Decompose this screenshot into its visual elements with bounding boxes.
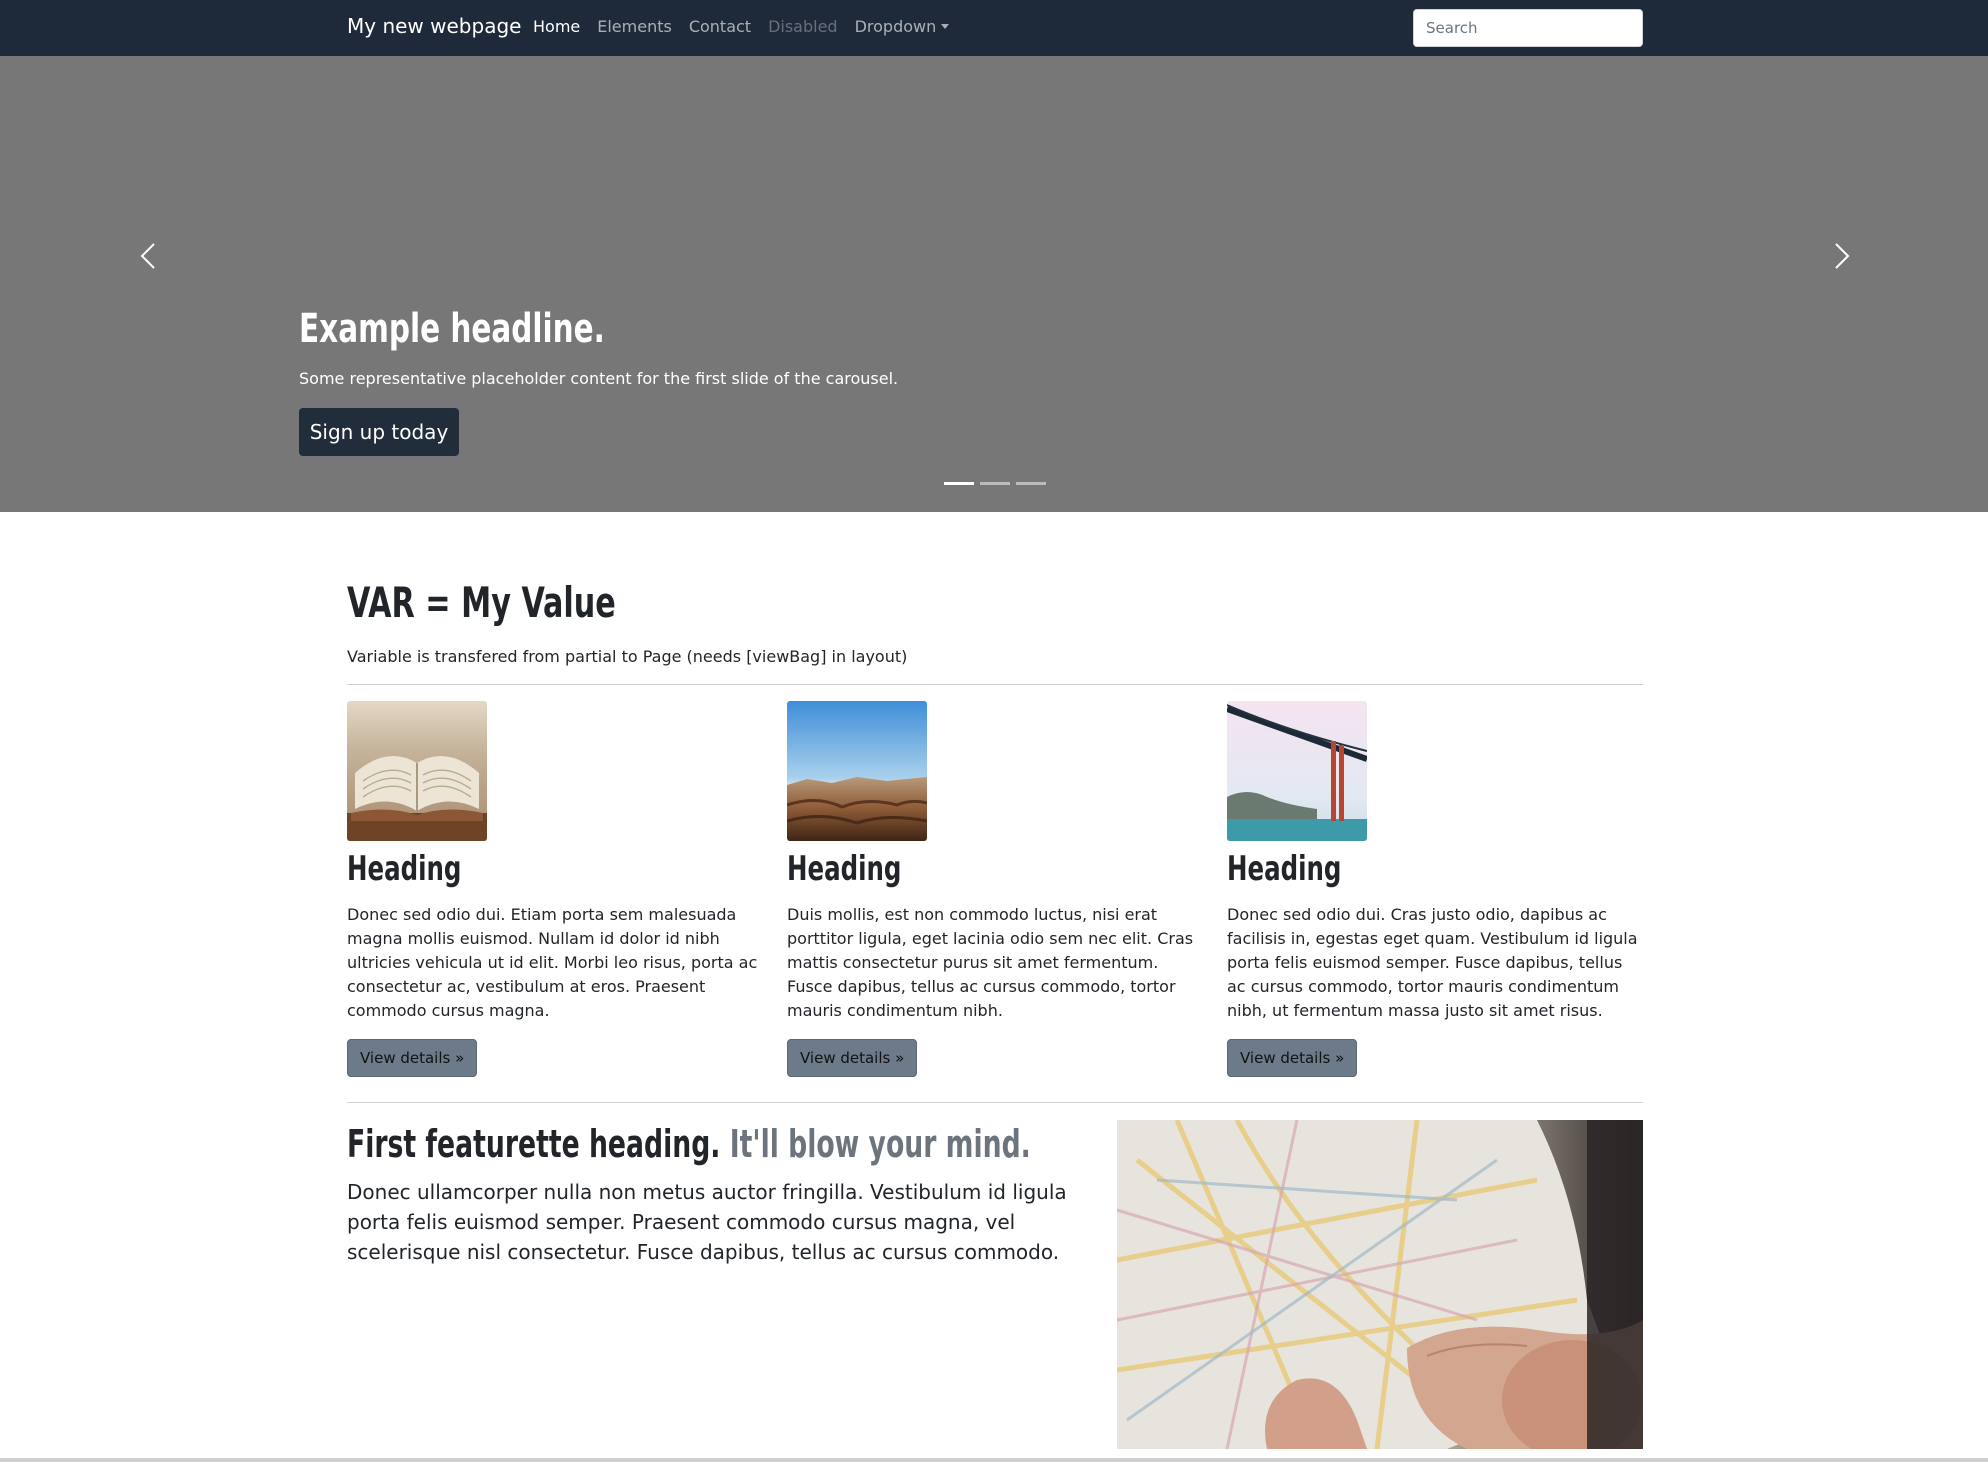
nav-dropdown[interactable]: Dropdown	[855, 17, 950, 36]
desert-landscape-image	[787, 701, 927, 841]
page-bottom-edge	[0, 1458, 1988, 1462]
open-book-image	[347, 701, 487, 841]
carousel-indicator-1[interactable]	[944, 482, 974, 485]
column-2-heading: Heading	[787, 849, 902, 889]
nav-link-elements[interactable]: Elements	[597, 17, 672, 36]
carousel-indicator-2[interactable]	[980, 482, 1010, 485]
column-2: Heading Duis mollis, est non commodo luc…	[787, 701, 1202, 1077]
divider	[347, 684, 1643, 685]
nav-link-disabled: Disabled	[768, 17, 838, 36]
divider	[347, 1102, 1643, 1103]
chevron-right-icon[interactable]	[1820, 236, 1860, 276]
carousel: Example headline. Some representative pl…	[0, 56, 1988, 512]
featurette-text: Donec ullamcorper nulla non metus auctor…	[347, 1180, 1067, 1264]
search-input[interactable]	[1413, 9, 1643, 47]
featurette-heading-muted: It'll blow your mind.	[729, 1122, 1031, 1166]
carousel-indicator-3[interactable]	[1016, 482, 1046, 485]
column-1-text: Donec sed odio dui. Etiam porta sem male…	[347, 905, 758, 1020]
navbar-brand[interactable]: My new webpage	[347, 14, 521, 38]
featurette-heading: First featurette heading. It'll blow you…	[347, 1122, 1031, 1166]
column-3-heading: Heading	[1227, 849, 1342, 889]
column-2-text: Duis mollis, est non commodo luctus, nis…	[787, 905, 1194, 1020]
golden-gate-bridge-image	[1227, 701, 1367, 841]
column-1-heading: Heading	[347, 849, 462, 889]
carousel-headline: Example headline.	[299, 306, 605, 352]
column-3: Heading Donec sed odio dui. Cras justo o…	[1227, 701, 1642, 1077]
view-details-button-2[interactable]: View details »	[787, 1039, 918, 1077]
carousel-indicators	[944, 482, 1046, 485]
chevron-left-icon[interactable]	[130, 236, 170, 276]
sign-up-button[interactable]: Sign up today	[299, 408, 459, 456]
var-subtitle: Variable is transfered from partial to P…	[347, 647, 908, 666]
navbar: My new webpage Home Elements Contact Dis…	[0, 0, 1988, 56]
featurette-heading-main: First featurette heading.	[347, 1122, 721, 1166]
view-details-button-3[interactable]: View details »	[1227, 1039, 1358, 1077]
caret-down-icon	[941, 24, 950, 29]
nav-link-home[interactable]: Home	[533, 17, 580, 36]
carousel-caption: Some representative placeholder content …	[299, 369, 899, 388]
var-title: VAR = My Value	[347, 578, 616, 627]
nav-link-contact[interactable]: Contact	[689, 17, 751, 36]
nav-links: Home Elements Contact Disabled Dropdown	[533, 17, 950, 36]
map-in-hand-image	[1117, 1120, 1643, 1449]
column-3-text: Donec sed odio dui. Cras justo odio, dap…	[1227, 905, 1638, 1020]
nav-dropdown-label: Dropdown	[854, 17, 937, 36]
view-details-button-1[interactable]: View details »	[347, 1039, 478, 1077]
column-1: Heading Donec sed odio dui. Etiam porta …	[347, 701, 762, 1077]
